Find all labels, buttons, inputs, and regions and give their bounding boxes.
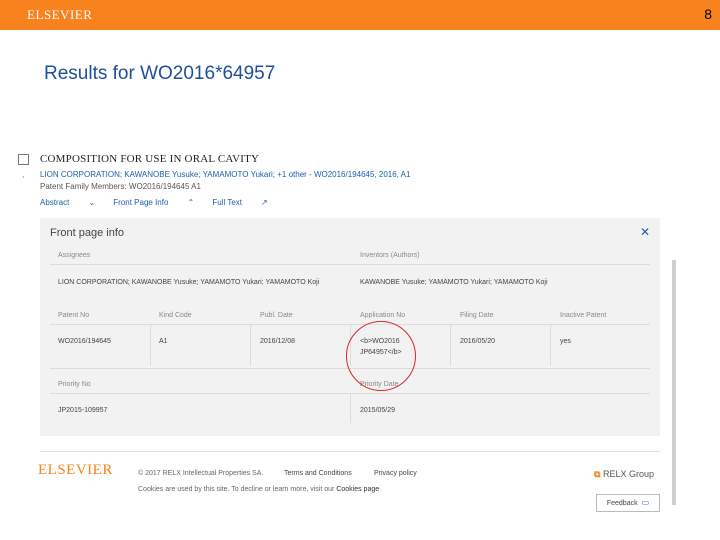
close-icon[interactable]: ✕ bbox=[640, 225, 650, 239]
col-publ-date: Publ. Date bbox=[260, 312, 293, 319]
front-page-info-panel: Front page info ✕ Assignees Inventors (A… bbox=[40, 218, 660, 436]
feedback-button[interactable]: Feedback ▭ bbox=[596, 494, 660, 512]
publ-date-value: 2016/12/08 bbox=[260, 338, 296, 345]
priority-no-value: JP2015-109957 bbox=[58, 407, 108, 414]
footer-logo: ELSEVIER bbox=[38, 462, 113, 478]
abstract-link[interactable]: Abstract ⌄ bbox=[40, 198, 95, 207]
col-filing-date: Filing Date bbox=[460, 312, 494, 319]
scrollbar[interactable] bbox=[672, 260, 676, 505]
relx-logo: ⧉ RELX Group bbox=[594, 469, 654, 480]
cookie-notice: Cookies are used by this site. To declin… bbox=[138, 486, 379, 493]
cookie-text: Cookies are used by this site. To declin… bbox=[138, 486, 335, 493]
cookies-page-link[interactable]: Cookies page bbox=[336, 486, 379, 493]
front-page-label: Front Page Info bbox=[113, 198, 169, 207]
column-divider bbox=[350, 393, 351, 423]
filing-date-value: 2016/05/20 bbox=[460, 338, 496, 345]
chevron-down-icon: ⌄ bbox=[88, 198, 96, 207]
abstract-label: Abstract bbox=[40, 198, 70, 207]
top-bar: ELSEVIER bbox=[0, 0, 720, 30]
select-checkbox[interactable] bbox=[18, 154, 29, 165]
patent-family-members: Patent Family Members: WO2016/194645 A1 bbox=[40, 182, 201, 191]
result-title[interactable]: COMPOSITION FOR USE IN ORAL CAVITY bbox=[40, 153, 259, 165]
column-divider bbox=[150, 324, 151, 366]
relx-mark-icon: ⧉ bbox=[594, 469, 601, 479]
page-title: Results for WO2016*64957 bbox=[44, 63, 276, 84]
relx-text: RELX Group bbox=[602, 469, 654, 479]
col-inactive-patent: Inactive Patent bbox=[560, 312, 607, 319]
divider bbox=[50, 264, 650, 265]
col-kind-code: Kind Code bbox=[159, 312, 192, 319]
copyright-text: © 2017 RELX Intellectual Properties SA. bbox=[138, 470, 264, 477]
priority-date-value: 2015/05/29 bbox=[360, 407, 396, 414]
panel-title: Front page info bbox=[50, 227, 124, 239]
result-links: Abstract ⌄ Front Page Info ⌃ Full Text ↗ bbox=[40, 198, 284, 207]
priority-no-label: Priority No bbox=[58, 381, 91, 388]
column-divider bbox=[550, 324, 551, 366]
inactive-patent-value: yes bbox=[560, 338, 571, 345]
col-application-no: Application No bbox=[360, 312, 406, 319]
inventors-label: Inventors (Authors) bbox=[360, 252, 420, 259]
slide-number: 8 bbox=[704, 6, 712, 22]
brand-logo: ELSEVIER bbox=[27, 7, 93, 22]
result-authors[interactable]: LION CORPORATION; KAWANOBE Yusuke; YAMAM… bbox=[40, 170, 410, 179]
chat-bubble-icon: ▭ bbox=[641, 498, 650, 507]
chevron-up-icon: ⌃ bbox=[187, 198, 195, 207]
footer-divider bbox=[40, 451, 660, 452]
terms-link[interactable]: Terms and Conditions bbox=[284, 470, 352, 477]
column-divider bbox=[250, 324, 251, 366]
assignees-value: LION CORPORATION; KAWANOBE Yusuke; YAMAM… bbox=[58, 279, 320, 286]
full-text-label: Full Text bbox=[212, 198, 243, 207]
col-patent-no: Patent No bbox=[58, 312, 90, 319]
privacy-link[interactable]: Privacy policy bbox=[374, 470, 417, 477]
column-divider bbox=[450, 324, 451, 366]
bullet-marker: , bbox=[22, 170, 25, 179]
full-text-link[interactable]: Full Text ↗ bbox=[212, 198, 267, 207]
front-page-link[interactable]: Front Page Info ⌃ bbox=[113, 198, 194, 207]
highlight-circle bbox=[346, 321, 416, 391]
assignees-label: Assignees bbox=[58, 252, 91, 259]
patent-no-value: WO2016/194645 bbox=[58, 338, 111, 345]
external-link-icon: ↗ bbox=[261, 198, 268, 207]
inventors-value: KAWANOBE Yusuke; YAMAMOTO Yukari; YAMAMO… bbox=[360, 279, 548, 286]
feedback-label: Feedback bbox=[606, 500, 638, 507]
kind-code-value: A1 bbox=[159, 338, 168, 345]
